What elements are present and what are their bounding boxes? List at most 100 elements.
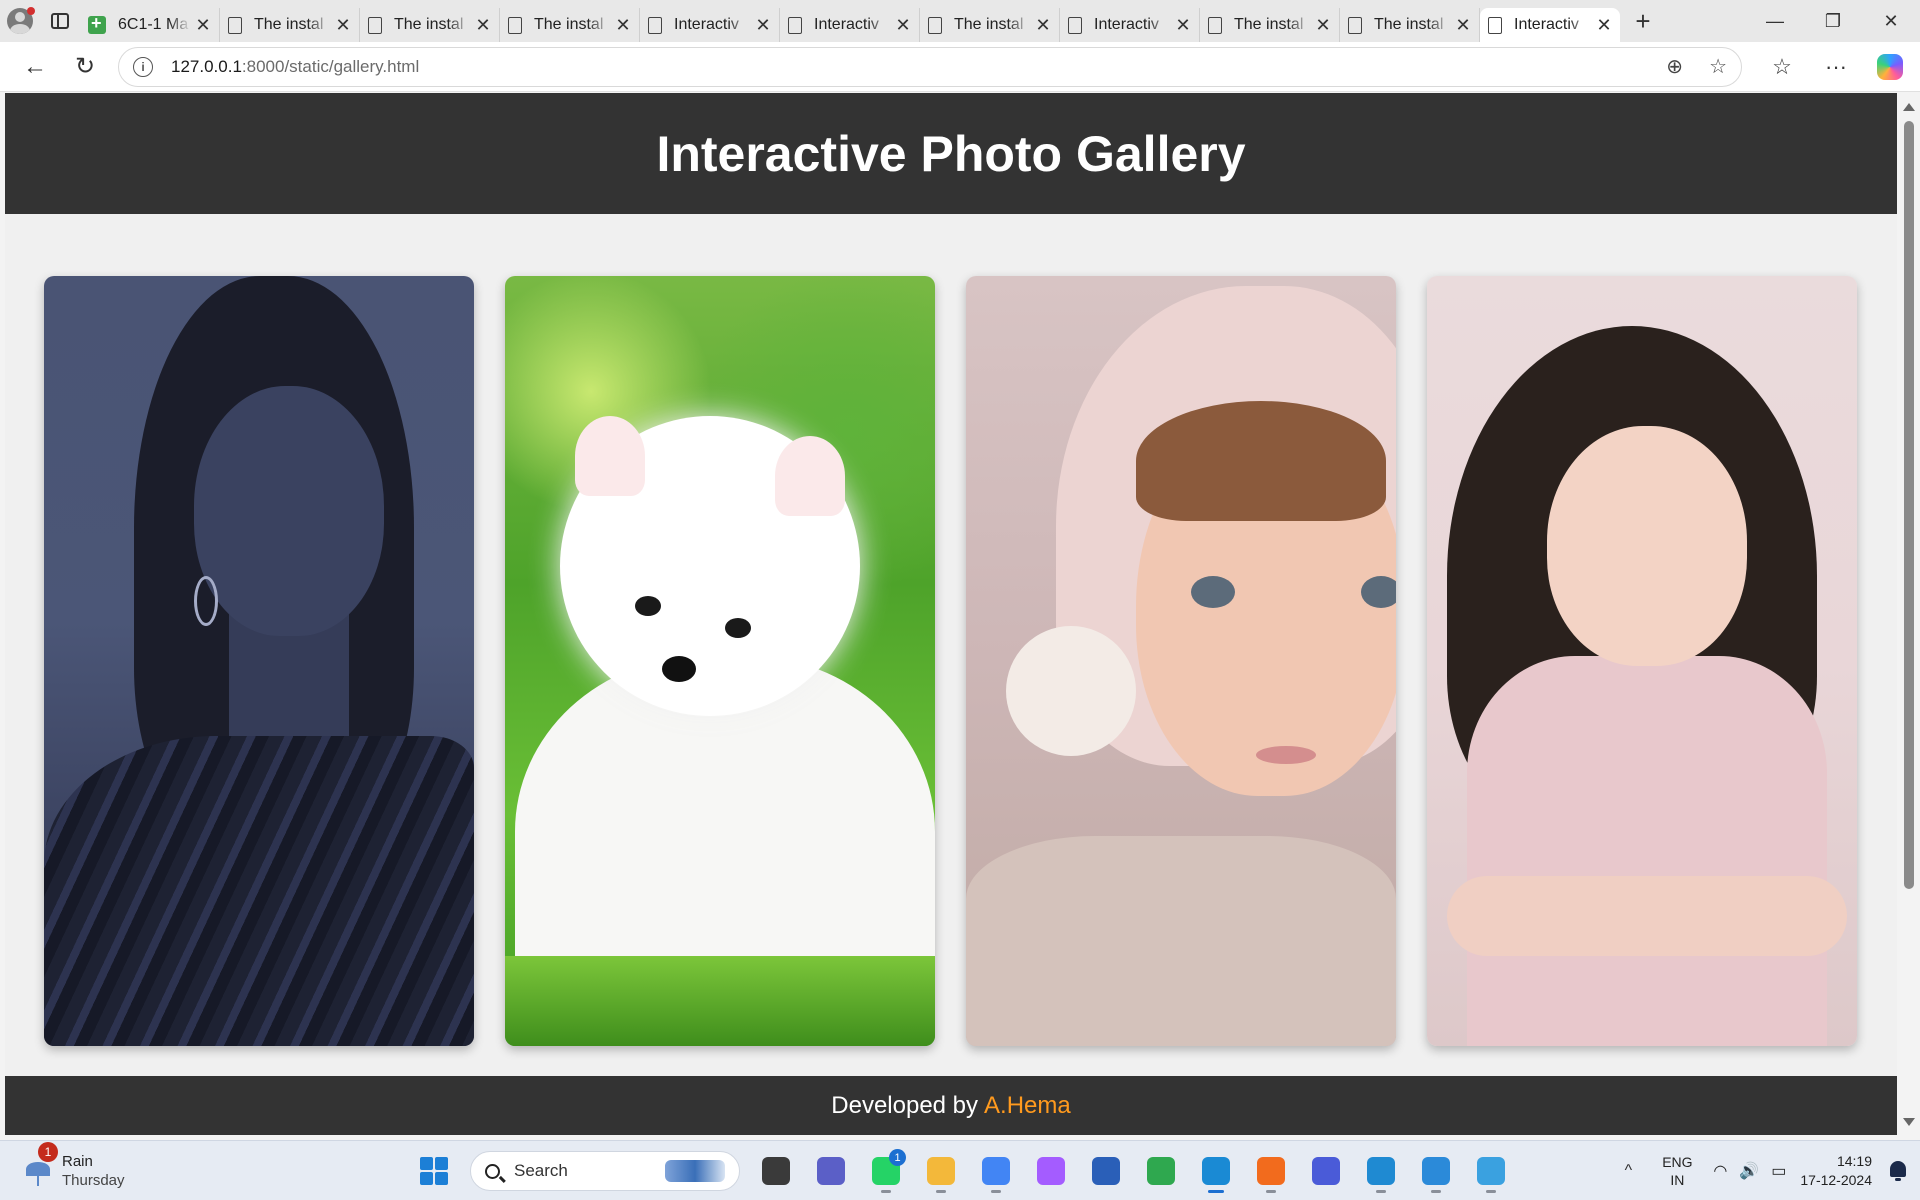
tab-close-icon[interactable]: ✕	[895, 15, 911, 36]
tab-close-icon[interactable]: ✕	[1455, 15, 1471, 36]
tab-close-icon[interactable]: ✕	[1315, 15, 1331, 36]
quick-settings[interactable]: ◠ 🔊 ▭	[1713, 1161, 1786, 1181]
gallery-photo-woman[interactable]	[44, 276, 474, 1046]
browser-tab[interactable]: The instal ✕	[220, 8, 360, 42]
weather-day: Thursday	[62, 1171, 125, 1189]
vpn-button[interactable]	[1302, 1147, 1350, 1195]
browser-tab[interactable]: Interactiv ✕	[640, 8, 780, 42]
restore-button[interactable]: ❐	[1804, 0, 1862, 42]
gallery-photo-baby[interactable]	[966, 276, 1396, 1046]
taskbar-apps: Search 1	[410, 1141, 1515, 1200]
notification-bell-icon[interactable]	[1886, 1159, 1910, 1183]
photo-detail	[1006, 626, 1136, 756]
sync-button[interactable]	[1137, 1147, 1185, 1195]
favorite-star-icon[interactable]: ☆	[1709, 54, 1727, 79]
browser-tab[interactable]: The instal ✕	[1340, 8, 1480, 42]
tab-close-icon[interactable]: ✕	[755, 15, 771, 36]
tab-close-icon[interactable]: ✕	[1175, 15, 1191, 36]
vscode-button[interactable]	[1357, 1147, 1405, 1195]
tab-close-icon[interactable]: ✕	[1596, 15, 1612, 36]
weather-widget[interactable]: 1 Rain Thursday	[26, 1141, 226, 1190]
show-hidden-icons-button[interactable]: ^	[1613, 1162, 1643, 1180]
photo-detail	[662, 656, 696, 682]
tab-close-icon[interactable]: ✕	[615, 15, 631, 36]
photo-detail	[1447, 876, 1847, 956]
photo-gallery	[44, 276, 1857, 1046]
weather-badge: 1	[38, 1141, 58, 1162]
new-tab-button[interactable]: +	[1620, 0, 1666, 42]
tab-close-icon[interactable]: ✕	[335, 15, 351, 36]
vpn-icon	[1312, 1157, 1340, 1185]
close-window-button[interactable]: ✕	[1862, 0, 1920, 42]
toolbar-actions: ☆ ···	[1760, 47, 1912, 87]
taskbar-search[interactable]: Search	[470, 1151, 740, 1191]
paint-button[interactable]	[1412, 1147, 1460, 1195]
browser-tab[interactable]: The instal ✕	[360, 8, 500, 42]
notepad-button[interactable]	[1467, 1147, 1515, 1195]
page-title: Interactive Photo Gallery	[656, 125, 1246, 182]
zoom-icon[interactable]: ⊕	[1666, 54, 1683, 79]
tab-close-icon[interactable]: ✕	[195, 15, 211, 36]
more-menu-button[interactable]: ···	[1814, 47, 1858, 87]
running-indicator	[1208, 1190, 1224, 1193]
photo-detail	[575, 416, 645, 496]
browser-tab[interactable]: Interactiv ✕	[1060, 8, 1200, 42]
browser-tab[interactable]: The instal ✕	[500, 8, 640, 42]
browser-tab[interactable]: The instal ✕	[1200, 8, 1340, 42]
page-scrollbar[interactable]	[1897, 93, 1920, 1135]
scroll-up-icon[interactable]	[1903, 103, 1915, 111]
clock[interactable]: 14:19 17-12-2024	[1800, 1152, 1872, 1190]
whatsapp-button[interactable]: 1	[862, 1147, 910, 1195]
system-tray: ^ ENG IN ◠ 🔊 ▭ 14:19 17-12-2024	[1613, 1141, 1920, 1200]
browser-tab[interactable]: The instal ✕	[920, 8, 1060, 42]
reload-button[interactable]: ↻	[60, 47, 110, 87]
page-icon	[648, 16, 662, 34]
browser-tab[interactable]: 6C1-1 Ma ✕	[80, 8, 220, 42]
wifi-icon: ◠	[1713, 1163, 1728, 1180]
gallery-photo-puppy[interactable]	[505, 276, 935, 1046]
tab-label: The instal	[394, 16, 464, 33]
notepad-icon	[1477, 1157, 1505, 1185]
edge-button[interactable]	[1192, 1147, 1240, 1195]
photo-detail	[194, 386, 384, 636]
start-button[interactable]	[410, 1147, 458, 1195]
photo-detail	[635, 596, 661, 616]
tab-label: The instal	[954, 16, 1024, 33]
profile-button[interactable]	[0, 0, 40, 42]
store-button[interactable]	[1082, 1147, 1130, 1195]
photo-detail	[966, 836, 1396, 1046]
language-region: IN	[1670, 1172, 1685, 1188]
scroll-down-icon[interactable]	[1903, 1118, 1915, 1126]
clock-time: 14:19	[1836, 1153, 1872, 1169]
language-indicator[interactable]: ENG IN	[1653, 1153, 1701, 1189]
weather-condition: Rain	[62, 1152, 93, 1170]
tab-label: Interactiv	[674, 16, 739, 33]
copilot-button[interactable]	[1868, 47, 1912, 87]
scrollbar-thumb[interactable]	[1904, 121, 1914, 889]
minimize-button[interactable]: —	[1746, 0, 1804, 42]
copilot-button[interactable]	[1027, 1147, 1075, 1195]
file-manager-icon	[762, 1157, 790, 1185]
running-indicator	[1486, 1190, 1496, 1193]
teams-button[interactable]	[807, 1147, 855, 1195]
browser-tab[interactable]: Interactiv ✕	[1480, 8, 1620, 42]
tab-close-icon[interactable]: ✕	[1035, 15, 1051, 36]
chrome-button[interactable]	[972, 1147, 1020, 1195]
running-indicator	[881, 1190, 891, 1193]
address-bar[interactable]: i 127.0.0.1:8000/static/gallery.html ⊕ ☆	[118, 46, 1742, 87]
site-info-icon[interactable]: i	[133, 56, 153, 77]
photo-detail	[1547, 426, 1747, 666]
file-explorer-button[interactable]	[917, 1147, 965, 1195]
file-manager-button[interactable]	[752, 1147, 800, 1195]
tab-actions-button[interactable]	[40, 0, 80, 42]
page-header: Interactive Photo Gallery	[5, 93, 1897, 214]
browser-toolbar: ← ↻ i 127.0.0.1:8000/static/gallery.html…	[0, 42, 1920, 92]
fox-app-button[interactable]	[1247, 1147, 1295, 1195]
back-button[interactable]: ←	[10, 47, 60, 87]
favorites-button[interactable]: ☆	[1760, 47, 1804, 87]
browser-tab[interactable]: Interactiv ✕	[780, 8, 920, 42]
url-host: 127.0.0.1	[171, 56, 242, 76]
gallery-photo-girl[interactable]	[1427, 276, 1857, 1046]
tab-close-icon[interactable]: ✕	[475, 15, 491, 36]
page-viewport: Interactive Photo Gallery Developed by A…	[5, 93, 1897, 1135]
